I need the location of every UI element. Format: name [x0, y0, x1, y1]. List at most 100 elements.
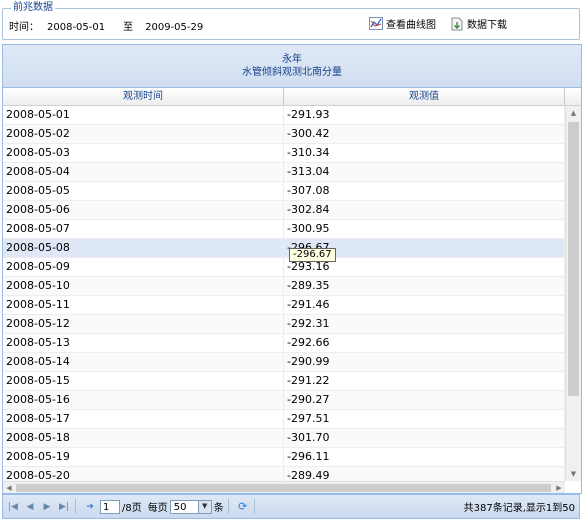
value-cell: -291.93 [284, 106, 565, 124]
table-row[interactable]: 2008-05-15 -291.22 [3, 372, 565, 391]
page-size-select[interactable]: 50 ▼ [169, 499, 212, 514]
view-chart-label: 查看曲线图 [386, 20, 436, 31]
time-cell: 2008-05-11 [3, 296, 284, 314]
unit-label: 条 [213, 503, 224, 514]
value-cell: -289.35 [284, 277, 565, 295]
date-range: 时间： 2008-05-01 至 2009-05-29 [9, 18, 203, 33]
time-cell: 2008-05-04 [3, 163, 284, 181]
time-cell: 2008-05-08 [3, 239, 284, 257]
page-size-value: 50 [173, 501, 187, 513]
grid-title: 永年 水管倾斜观测北南分量 [3, 45, 581, 88]
table-row[interactable]: 2008-05-09 -293.16 [3, 258, 565, 277]
table-row[interactable]: 2008-05-13 -292.66 [3, 334, 565, 353]
go-arrow-icon[interactable]: ➜ [83, 500, 97, 514]
time-cell: 2008-05-07 [3, 220, 284, 238]
separator [227, 499, 229, 514]
column-header-value[interactable]: 观测值 [284, 88, 565, 105]
time-cell: 2008-05-03 [3, 144, 284, 162]
first-page-icon[interactable]: |◀ [6, 500, 20, 514]
time-cell: 2008-05-13 [3, 334, 284, 352]
value-cell: -291.22 [284, 372, 565, 390]
value-cell: -313.04 [284, 163, 565, 181]
table-row[interactable]: 2008-05-14 -290.99 [3, 353, 565, 372]
panel-legend: 前兆数据 [11, 1, 55, 15]
cell-tooltip: -296.67 [289, 248, 336, 262]
download-label: 数据下载 [467, 20, 507, 31]
value-cell: -290.27 [284, 391, 565, 409]
time-cell: 2008-05-19 [3, 448, 284, 466]
time-cell: 2008-05-17 [3, 410, 284, 428]
column-header-time[interactable]: 观测时间 [3, 88, 284, 105]
time-cell: 2008-05-18 [3, 429, 284, 447]
table-row[interactable]: 2008-05-11 -291.46 [3, 296, 565, 315]
value-cell: -310.34 [284, 144, 565, 162]
time-cell: 2008-05-16 [3, 391, 284, 409]
record-summary: 共387条记录,显示1到50 [463, 503, 575, 514]
table-row[interactable]: 2008-05-04 -313.04 [3, 163, 565, 182]
start-date[interactable]: 2008-05-01 [47, 22, 105, 33]
next-page-icon[interactable]: ▶ [40, 500, 54, 514]
scroll-left-icon[interactable]: ◀ [3, 482, 15, 493]
paging-toolbar: |◀ ◀ ▶ ▶| ➜ 1 /8页 每页 50 ▼ 条 ⟳ 共387条记录,显示… [2, 494, 580, 519]
page-number-input[interactable]: 1 [100, 499, 120, 514]
value-cell: -300.95 [284, 220, 565, 238]
to-label: 至 [123, 22, 134, 33]
table-row[interactable]: 2008-05-05 -307.08 [3, 182, 565, 201]
download-button[interactable]: 数据下载 [451, 16, 507, 31]
vertical-scrollbar[interactable]: ▲ ▼ [565, 106, 581, 481]
table-row[interactable]: 2008-05-18 -301.70 [3, 429, 565, 448]
table-row[interactable]: 2008-05-06 -302.84 [3, 201, 565, 220]
separator [253, 499, 255, 514]
time-cell: 2008-05-20 [3, 467, 284, 481]
view-chart-button[interactable]: 查看曲线图 [369, 16, 436, 31]
value-cell: -297.51 [284, 410, 565, 428]
time-cell: 2008-05-09 [3, 258, 284, 276]
table-row[interactable]: 2008-05-08-296.67 [3, 239, 565, 258]
page-total: /8页 [122, 503, 142, 514]
end-date[interactable]: 2009-05-29 [145, 22, 203, 33]
time-cell: 2008-05-12 [3, 315, 284, 333]
table-row[interactable]: 2008-05-17 -297.51 [3, 410, 565, 429]
value-cell: -300.42 [284, 125, 565, 143]
time-cell: 2008-05-01 [3, 106, 284, 124]
measurement-name: 水管倾斜观测北南分量 [242, 67, 342, 78]
prev-page-icon[interactable]: ◀ [23, 500, 37, 514]
column-headers: 观测时间 观测值 [3, 88, 581, 106]
value-cell: -296.11 [284, 448, 565, 466]
value-cell: -302.84 [284, 201, 565, 219]
value-cell: -292.66 [284, 334, 565, 352]
per-page-label: 每页 [147, 503, 168, 514]
table-row[interactable]: 2008-05-07 -300.95 [3, 220, 565, 239]
table-row[interactable]: 2008-05-20 -289.49 [3, 467, 565, 481]
time-cell: 2008-05-02 [3, 125, 284, 143]
horizontal-scroll-thumb[interactable] [16, 484, 551, 492]
query-panel: 前兆数据 时间： 2008-05-01 至 2009-05-29 查看曲线图 数据下载 [2, 1, 580, 40]
time-cell: 2008-05-14 [3, 353, 284, 371]
line-chart-icon [369, 17, 383, 30]
refresh-icon[interactable]: ⟳ [236, 500, 250, 514]
value-cell: -292.31 [284, 315, 565, 333]
table-row[interactable]: 2008-05-03 -310.34 [3, 144, 565, 163]
scroll-down-icon[interactable]: ▼ [566, 467, 581, 481]
table-row[interactable]: 2008-05-19 -296.11 [3, 448, 565, 467]
chevron-down-icon: ▼ [197, 500, 211, 513]
table-row[interactable]: 2008-05-16 -290.27 [3, 391, 565, 410]
time-cell: 2008-05-05 [3, 182, 284, 200]
last-page-icon[interactable]: ▶| [57, 500, 71, 514]
value-cell: -301.70 [284, 429, 565, 447]
value-cell: -289.49 [284, 467, 565, 481]
data-grid: 永年 水管倾斜观测北南分量 观测时间 观测值 2008-05-01 -291.93… [2, 44, 582, 494]
table-row[interactable]: 2008-05-02 -300.42 [3, 125, 565, 144]
vertical-scroll-thumb[interactable] [568, 122, 579, 396]
horizontal-scrollbar[interactable]: ◀ ▶ [3, 481, 565, 493]
table-row[interactable]: 2008-05-01 -291.93 [3, 106, 565, 125]
scroll-up-icon[interactable]: ▲ [566, 106, 581, 120]
time-label: 时间： [9, 22, 39, 33]
table-row[interactable]: 2008-05-10 -289.35 [3, 277, 565, 296]
station-name: 永年 [282, 54, 302, 65]
table-row[interactable]: 2008-05-12 -292.31 [3, 315, 565, 334]
value-cell: -307.08 [284, 182, 565, 200]
time-cell: 2008-05-15 [3, 372, 284, 390]
time-cell: 2008-05-10 [3, 277, 284, 295]
scroll-right-icon[interactable]: ▶ [553, 482, 565, 493]
